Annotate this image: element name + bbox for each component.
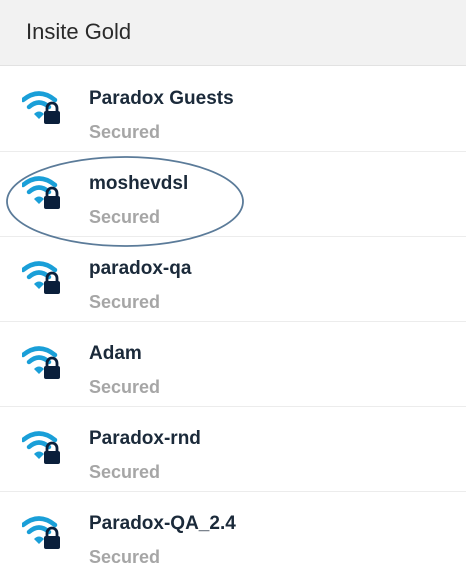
- network-status: Secured: [89, 292, 161, 312]
- wifi-locked-icon: [20, 176, 66, 212]
- network-name: Paradox Guests: [89, 88, 234, 109]
- wifi-network-list-screen: Insite Gold Paradox Guests Secured moshe…: [0, 0, 466, 578]
- wifi-locked-icon: [20, 516, 66, 552]
- network-name: paradox-qa: [89, 258, 192, 279]
- header-bar: Insite Gold: [0, 0, 466, 66]
- wifi-locked-icon: [20, 431, 66, 467]
- header-title: Insite Gold: [26, 19, 132, 44]
- network-status: Secured: [89, 462, 161, 482]
- network-status: Secured: [89, 377, 161, 397]
- network-name: Adam: [89, 343, 142, 364]
- network-row-paradox-rnd[interactable]: Paradox-rnd Secured: [0, 407, 466, 492]
- wifi-locked-icon: [20, 261, 66, 297]
- network-row-adam[interactable]: Adam Secured: [0, 322, 466, 407]
- network-status: Secured: [89, 207, 161, 227]
- network-list: Paradox Guests Secured moshevdsl Secured: [0, 67, 466, 577]
- network-row-paradox-guests[interactable]: Paradox Guests Secured: [0, 67, 466, 152]
- network-name: moshevdsl: [89, 173, 189, 194]
- network-name: Paradox-QA_2.4: [89, 513, 236, 534]
- network-row-moshevdsl[interactable]: moshevdsl Secured: [0, 152, 466, 237]
- network-status: Secured: [89, 122, 161, 142]
- network-status: Secured: [89, 547, 161, 567]
- network-row-paradox-qa-2-4[interactable]: Paradox-QA_2.4 Secured: [0, 492, 466, 577]
- network-name: Paradox-rnd: [89, 428, 201, 449]
- network-row-paradox-qa[interactable]: paradox-qa Secured: [0, 237, 466, 322]
- wifi-locked-icon: [20, 91, 66, 127]
- wifi-locked-icon: [20, 346, 66, 382]
